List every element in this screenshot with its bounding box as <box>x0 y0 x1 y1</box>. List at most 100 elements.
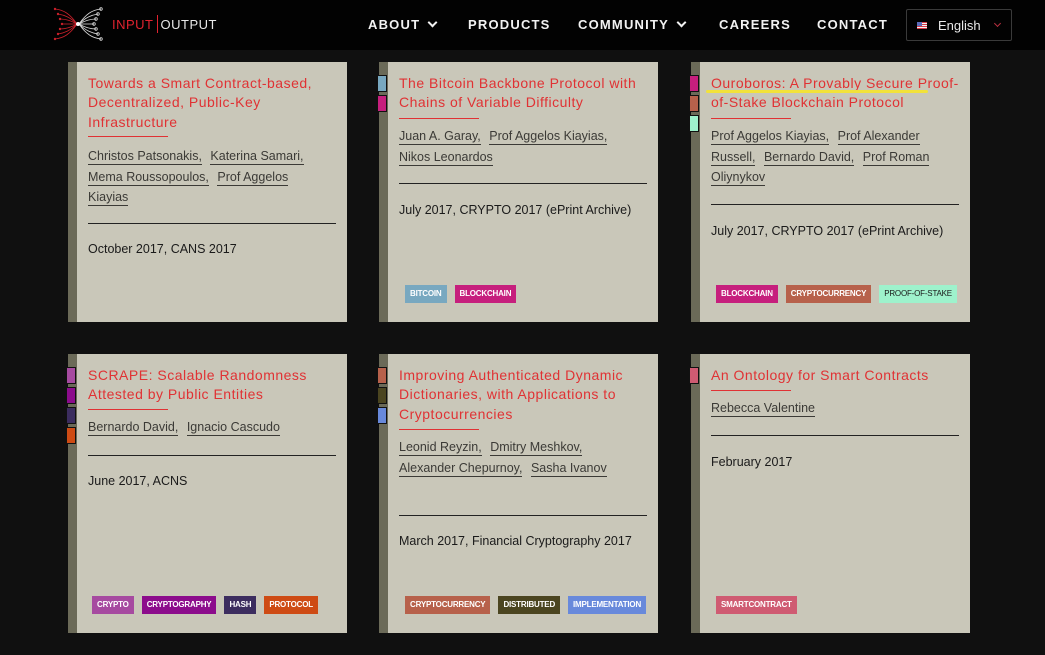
title-underline <box>711 390 791 391</box>
publication-info: October 2017, CANS 2017 <box>88 242 237 256</box>
paper-card[interactable]: Towards a Smart Contract-based, Decentra… <box>68 62 347 322</box>
paper-card[interactable]: Improving Authenticated Dynamic Dictiona… <box>377 354 661 633</box>
divider <box>711 204 959 205</box>
tag-strip-proof-of-stake <box>689 115 699 132</box>
tag-cryptocurrency[interactable]: CRYPTOCURRENCY <box>405 596 491 614</box>
paper-title[interactable]: SCRAPE: Scalable Randomness Attested by … <box>88 366 350 405</box>
paper-title[interactable]: An Ontology for Smart Contracts <box>711 366 973 385</box>
tag-strip-protocol <box>66 427 76 444</box>
tag-strip-crypto <box>66 367 76 384</box>
divider <box>399 515 647 516</box>
tag-strip-smartcontract <box>689 367 699 384</box>
author-list: Christos Patsonakis, Katerina Samari, Me… <box>88 146 328 208</box>
tag-blockchain[interactable]: BLOCKCHAIN <box>716 285 778 303</box>
paper-card[interactable]: The Bitcoin Backbone Protocol with Chain… <box>377 62 661 322</box>
author-link[interactable]: Ignacio Cascudo <box>186 420 280 436</box>
tag-strip-cryptocurrency <box>689 95 699 112</box>
nav-products-label: PRODUCTS <box>468 17 551 32</box>
tag-bitcoin[interactable]: BITCOIN <box>405 285 447 303</box>
highlight-underline <box>706 90 928 93</box>
tag-list: CRYPTOCURRENCY DISTRIBUTED IMPLEMENTATIO… <box>405 596 647 614</box>
tag-strip-blockchain <box>377 95 387 112</box>
author-list: Bernardo David, Ignacio Cascudo <box>88 417 338 438</box>
nav-about[interactable]: ABOUT <box>368 17 438 32</box>
divider <box>711 435 959 436</box>
tag-list: BITCOIN BLOCKCHAIN <box>405 285 517 303</box>
divider <box>399 183 647 184</box>
tag-blockchain[interactable]: BLOCKCHAIN <box>454 285 517 303</box>
nav-community[interactable]: COMMUNITY <box>578 17 687 32</box>
nav-products[interactable]: PRODUCTS <box>468 17 551 32</box>
publication-info: July 2017, CRYPTO 2017 (ePrint Archive) <box>399 203 632 217</box>
tag-list: CRYPTO CRYPTOGRAPHY HASH PROTOCOL <box>92 596 318 614</box>
chevron-down-icon <box>993 19 1001 28</box>
nav-careers[interactable]: CAREERS <box>719 17 791 32</box>
logo-input-text: INPUT <box>112 16 154 32</box>
tag-protocol[interactable]: PROTOCOL <box>264 596 318 614</box>
author-link[interactable]: Alexander Chepurnoy, <box>399 460 523 477</box>
author-link[interactable]: Christos Patsonakis, <box>88 149 202 165</box>
author-link[interactable]: Mema Roussopoulos, <box>88 169 209 186</box>
author-link[interactable]: Prof Aggelos Kiayias, <box>489 129 608 145</box>
tag-strip-implementation <box>377 407 387 424</box>
chevron-down-icon <box>676 17 687 28</box>
paper-title[interactable]: Ouroboros: A Provably Secure Proof-of-St… <box>711 74 973 113</box>
author-link[interactable]: Leonid Reyzin, <box>399 440 482 456</box>
tag-strip-blockchain <box>689 75 699 92</box>
author-list: Prof Aggelos Kiayias, Prof Alexander Rus… <box>711 126 951 188</box>
author-link[interactable]: Juan A. Garay, <box>399 129 481 145</box>
tag-strip-cryptocurrency <box>377 367 387 384</box>
paper-title[interactable]: Towards a Smart Contract-based, Decentra… <box>88 74 350 132</box>
divider <box>88 455 336 456</box>
tag-strip-distributed <box>377 387 387 404</box>
tag-proof-of-stake[interactable]: PROOF-OF-STAKE <box>879 285 957 303</box>
tag-hash[interactable]: HASH <box>224 596 257 614</box>
tag-distributed[interactable]: DISTRIBUTED <box>498 596 561 614</box>
publication-info: June 2017, ACNS <box>88 474 188 488</box>
author-link[interactable]: Katerina Samari, <box>210 149 304 165</box>
logo-divider <box>156 15 158 33</box>
us-flag-icon <box>917 21 927 29</box>
paper-card[interactable]: Ouroboros: A Provably Secure Proof-of-St… <box>689 62 973 322</box>
tag-smartcontract[interactable]: SMARTCONTRACT <box>716 596 797 614</box>
tag-cryptocurrency[interactable]: CRYPTOCURRENCY <box>785 285 872 303</box>
author-link[interactable]: Prof Aggelos Kiayias, <box>711 129 830 145</box>
publication-info: March 2017, Financial Cryptography 2017 <box>399 534 632 548</box>
author-list: Rebecca Valentine <box>711 398 951 419</box>
language-selector[interactable]: English <box>906 9 1012 41</box>
input-output-logo[interactable]: INPUT OUTPUT <box>50 4 217 44</box>
publication-info: February 2017 <box>711 455 793 469</box>
publication-info: July 2017, CRYPTO 2017 (ePrint Archive) <box>711 224 944 238</box>
author-list: Juan A. Garay, Prof Aggelos Kiayias, Nik… <box>399 126 639 167</box>
author-link[interactable]: Nikos Leonardos <box>399 149 493 166</box>
nav-contact[interactable]: CONTACT <box>817 17 888 32</box>
nav-about-label: ABOUT <box>368 17 421 32</box>
title-underline <box>88 409 168 410</box>
title-underline <box>399 118 479 119</box>
author-link[interactable]: Dmitry Meshkov, <box>490 440 583 456</box>
tag-list: SMARTCONTRACT <box>716 596 797 614</box>
title-underline <box>88 136 168 137</box>
tag-strip-cryptography <box>66 387 76 404</box>
paper-title[interactable]: The Bitcoin Backbone Protocol with Chain… <box>399 74 661 113</box>
author-list: Leonid Reyzin, Dmitry Meshkov, Alexander… <box>399 437 639 478</box>
top-navbar: INPUT OUTPUT ABOUT PRODUCTS COMMUNITY CA… <box>0 0 1045 50</box>
language-label: English <box>938 17 981 33</box>
author-link[interactable]: Sasha Ivanov <box>530 460 607 477</box>
author-link[interactable]: Bernardo David, <box>763 149 855 166</box>
nav-contact-label: CONTACT <box>817 17 888 32</box>
butterfly-logo-icon <box>53 7 103 41</box>
tag-strip-bitcoin <box>377 75 387 92</box>
author-link[interactable]: Bernardo David, <box>88 420 179 436</box>
author-link[interactable]: Rebecca Valentine <box>711 401 816 417</box>
tag-crypto[interactable]: CRYPTO <box>92 596 134 614</box>
tag-list: BLOCKCHAIN CRYPTOCURRENCY PROOF-OF-STAKE <box>716 285 957 303</box>
tag-implementation[interactable]: IMPLEMENTATION <box>568 596 647 614</box>
nav-community-label: COMMUNITY <box>578 17 669 32</box>
tag-cryptography[interactable]: CRYPTOGRAPHY <box>141 596 217 614</box>
title-underline <box>711 118 791 119</box>
paper-card[interactable]: An Ontology for Smart Contracts Rebecca … <box>689 354 973 633</box>
tag-strip-hash <box>66 407 76 424</box>
paper-title[interactable]: Improving Authenticated Dynamic Dictiona… <box>399 366 661 424</box>
paper-card[interactable]: SCRAPE: Scalable Randomness Attested by … <box>66 354 350 633</box>
